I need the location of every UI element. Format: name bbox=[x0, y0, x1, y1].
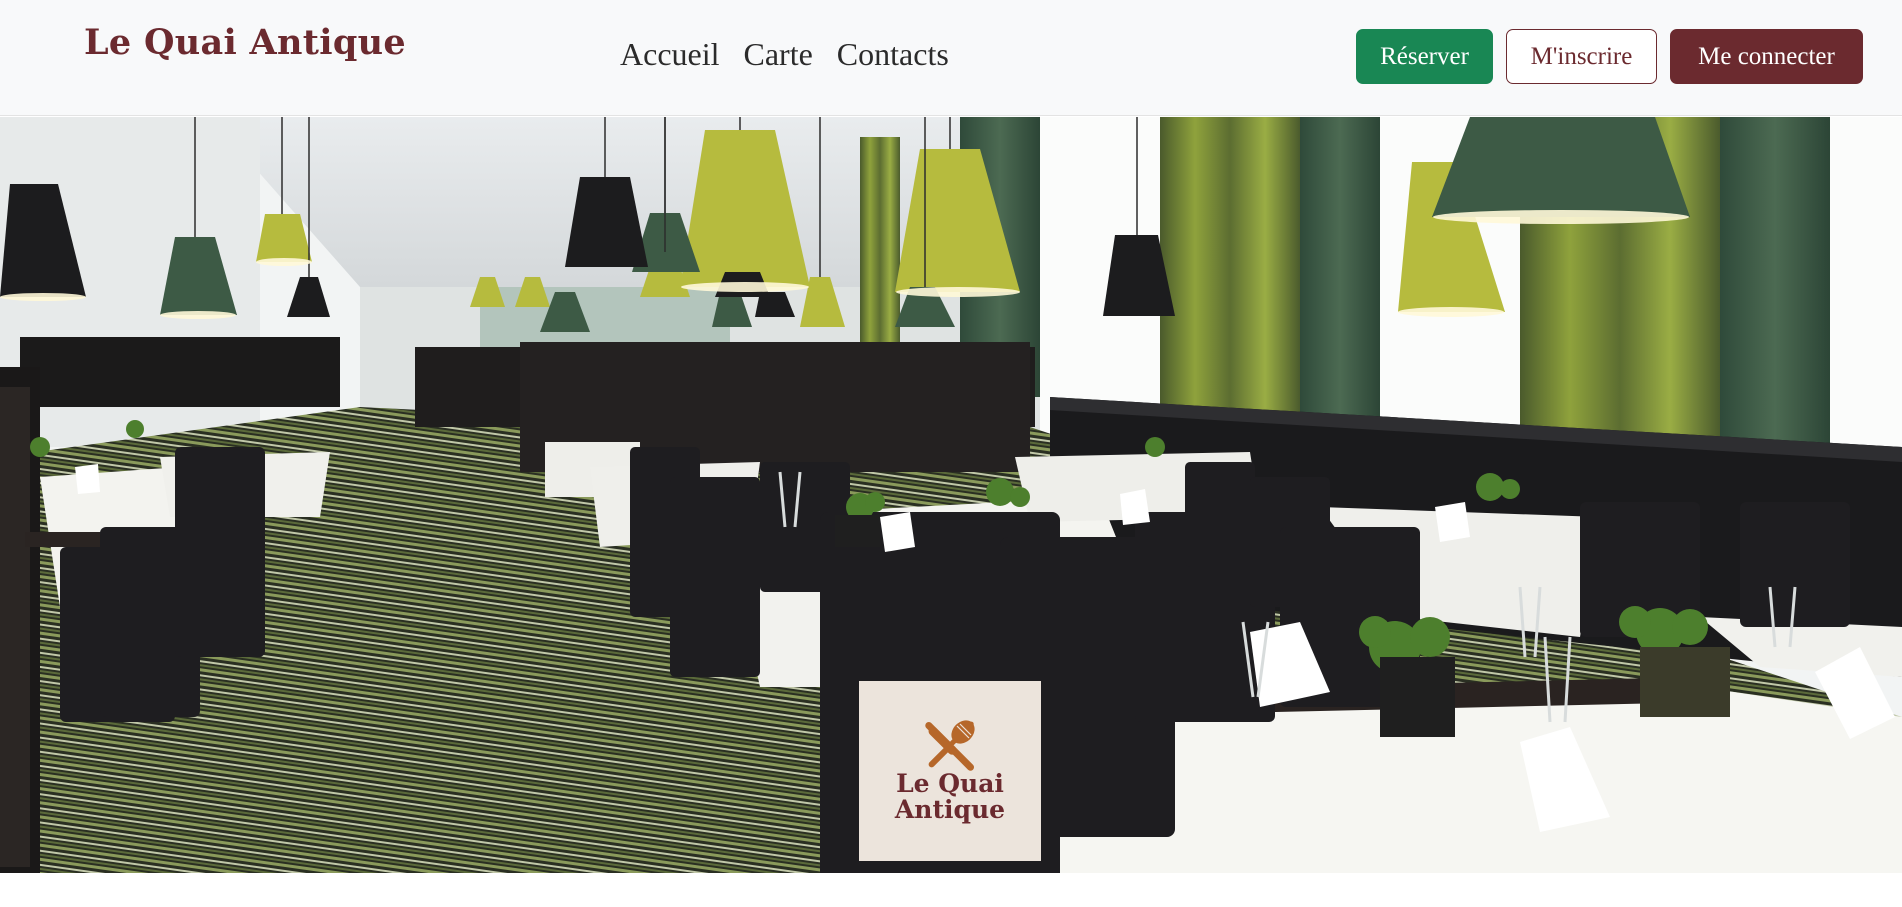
hero-image: Le Quai Antique bbox=[0, 117, 1902, 873]
nav-link-carte[interactable]: Carte bbox=[744, 36, 813, 73]
navbar: Le Quai Antique Accueil Carte Contacts R… bbox=[0, 0, 1902, 116]
main-nav: Accueil Carte Contacts bbox=[620, 36, 949, 73]
logo-card-line-1: Le Quai bbox=[896, 769, 1004, 798]
utensils-icon bbox=[925, 720, 975, 771]
signup-button[interactable]: M'inscrire bbox=[1506, 29, 1657, 84]
logo-card-text: Le Quai Antique bbox=[859, 771, 1041, 823]
nav-link-contacts[interactable]: Contacts bbox=[837, 36, 949, 73]
logo-card-line-2: Antique bbox=[894, 795, 1006, 824]
reserve-button[interactable]: Réserver bbox=[1356, 29, 1493, 84]
brand-logo-text[interactable]: Le Quai Antique bbox=[84, 22, 406, 63]
restaurant-logo-card: Le Quai Antique bbox=[859, 681, 1041, 861]
login-button[interactable]: Me connecter bbox=[1670, 29, 1863, 84]
nav-link-accueil[interactable]: Accueil bbox=[620, 36, 720, 73]
